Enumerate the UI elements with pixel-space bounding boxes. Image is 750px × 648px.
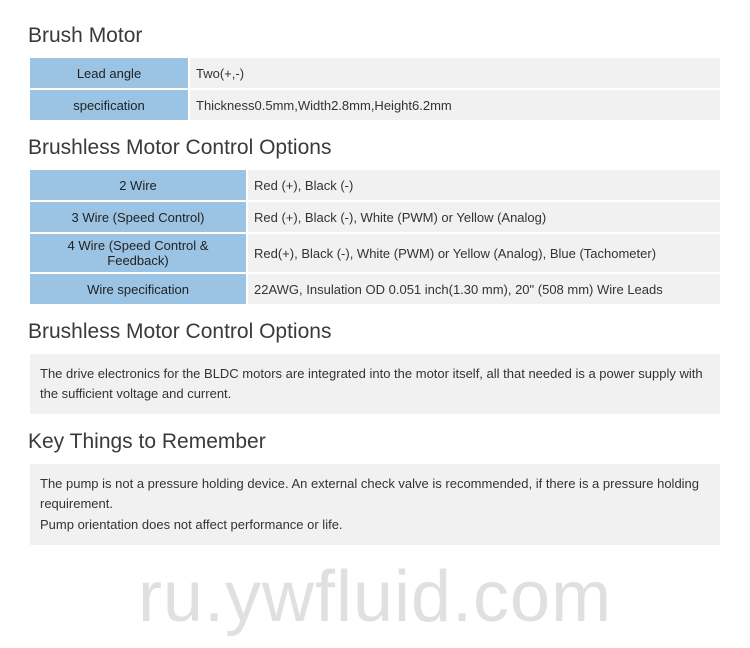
info-box-brushless: The drive electronics for the BLDC motor…	[28, 352, 722, 416]
table-row: Lead angle Two(+,-)	[29, 57, 721, 89]
cell-value: Red (+), Black (-)	[247, 169, 721, 201]
table-row: 3 Wire (Speed Control) Red (+), Black (-…	[29, 201, 721, 233]
section-title-brushless-options: Brushless Motor Control Options	[28, 136, 722, 160]
cell-value: Red (+), Black (-), White (PWM) or Yello…	[247, 201, 721, 233]
cell-label: 4 Wire (Speed Control & Feedback)	[29, 233, 247, 273]
section-title-brushless-note: Brushless Motor Control Options	[28, 320, 722, 344]
info-box-key-things: The pump is not a pressure holding devic…	[28, 462, 722, 546]
cell-value: 22AWG, Insulation OD 0.051 inch(1.30 mm)…	[247, 273, 721, 305]
cell-value: Thickness0.5mm,Width2.8mm,Height6.2mm	[189, 89, 721, 121]
table-row: specification Thickness0.5mm,Width2.8mm,…	[29, 89, 721, 121]
cell-label: Wire specification	[29, 273, 247, 305]
info-line: The pump is not a pressure holding devic…	[40, 474, 710, 514]
table-row: Wire specification 22AWG, Insulation OD …	[29, 273, 721, 305]
table-row: 4 Wire (Speed Control & Feedback) Red(+)…	[29, 233, 721, 273]
info-line: Pump orientation does not affect perform…	[40, 515, 710, 535]
cell-label: 2 Wire	[29, 169, 247, 201]
section-title-brush-motor: Brush Motor	[28, 24, 722, 48]
section-title-key-things: Key Things to Remember	[28, 430, 722, 454]
table-row: 2 Wire Red (+), Black (-)	[29, 169, 721, 201]
brush-motor-table: Lead angle Two(+,-) specification Thickn…	[28, 56, 722, 122]
cell-value: Two(+,-)	[189, 57, 721, 89]
cell-value: Red(+), Black (-), White (PWM) or Yellow…	[247, 233, 721, 273]
cell-label: specification	[29, 89, 189, 121]
cell-label: 3 Wire (Speed Control)	[29, 201, 247, 233]
cell-label: Lead angle	[29, 57, 189, 89]
brushless-options-table: 2 Wire Red (+), Black (-) 3 Wire (Speed …	[28, 168, 722, 306]
watermark-text: ru.ywfluid.com	[0, 556, 750, 638]
